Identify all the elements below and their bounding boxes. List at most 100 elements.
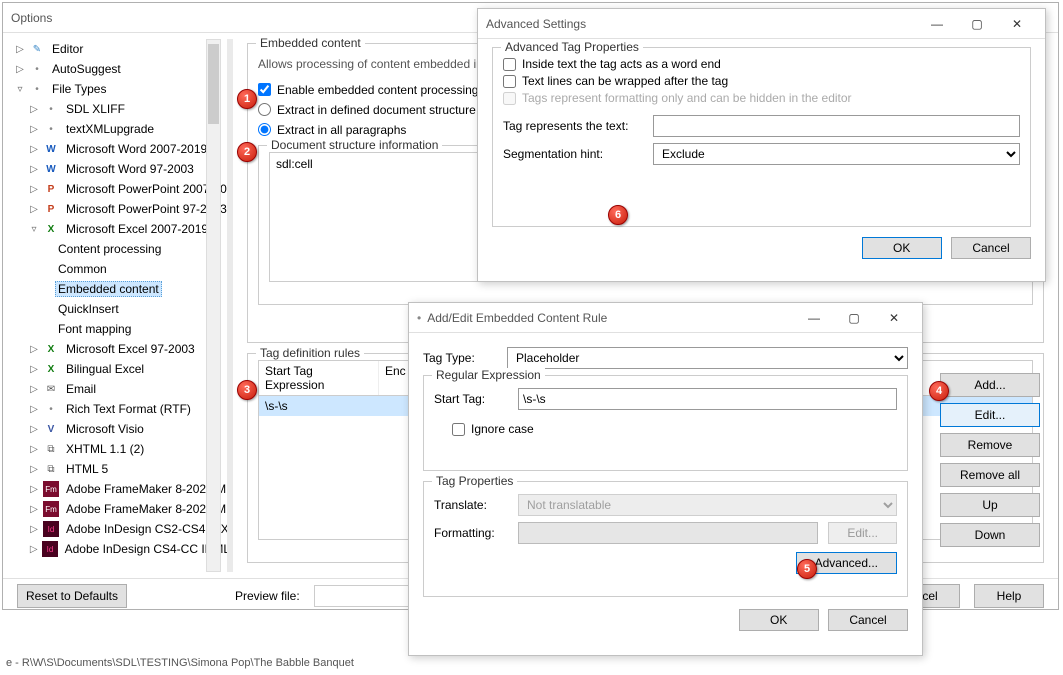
tagtype-label: Tag Type: xyxy=(423,351,497,365)
tree-item[interactable]: Microsoft Excel 2007-2019 xyxy=(63,221,211,237)
tree-item[interactable]: Microsoft PowerPoint 97-2003 xyxy=(63,201,230,217)
col-end[interactable]: Enc xyxy=(379,361,409,395)
tree-item[interactable]: Microsoft Visio xyxy=(63,421,147,437)
tree-autosuggest[interactable]: AutoSuggest xyxy=(49,61,124,77)
fm-icon: Fm xyxy=(43,481,59,497)
enable-embedded-checkbox[interactable] xyxy=(258,83,271,96)
tree-item[interactable]: Microsoft Word 2007-2019 xyxy=(63,141,210,157)
filetypes-icon xyxy=(29,81,45,97)
adv-legend: Advanced Tag Properties xyxy=(501,40,643,54)
ok-button[interactable]: OK xyxy=(739,609,819,631)
enable-embedded-label: Enable embedded content processing xyxy=(277,83,478,97)
embedded-legend: Embedded content xyxy=(256,36,365,50)
ppt-icon xyxy=(43,181,59,197)
remove-button[interactable]: Remove xyxy=(940,433,1040,457)
tree-sub[interactable]: Common xyxy=(55,261,110,277)
tree-item[interactable]: Bilingual Excel xyxy=(63,361,147,377)
html-icon xyxy=(43,461,59,477)
rtf-icon xyxy=(43,401,59,417)
formatting-label: Formatting: xyxy=(434,526,508,540)
xml-icon xyxy=(43,121,59,137)
rep-input[interactable] xyxy=(653,115,1020,137)
reset-button[interactable]: Reset to Defaults xyxy=(17,584,127,608)
translate-label: Translate: xyxy=(434,498,508,512)
tree-editor[interactable]: Editor xyxy=(49,41,86,57)
seg-label: Segmentation hint: xyxy=(503,147,643,161)
tree-item[interactable]: Microsoft PowerPoint 2007-20 xyxy=(63,181,230,197)
minimize-icon[interactable]: — xyxy=(917,10,957,38)
excel-icon xyxy=(43,221,59,237)
visio-icon xyxy=(43,421,59,437)
add-button[interactable]: Add... xyxy=(940,373,1040,397)
status-path: e - R\W\S\Documents\SDL\TESTING\Simona P… xyxy=(0,655,360,675)
extract-all-radio[interactable] xyxy=(258,123,271,136)
tree-item[interactable]: SDL XLIFF xyxy=(63,101,128,117)
tree-item[interactable]: Rich Text Format (RTF) xyxy=(63,401,194,417)
tree-item[interactable]: XHTML 1.1 (2) xyxy=(63,441,147,457)
starttag-input[interactable] xyxy=(518,388,897,410)
xhtml-icon xyxy=(43,441,59,457)
close-icon[interactable]: ✕ xyxy=(874,304,914,332)
ok-button[interactable]: OK xyxy=(862,237,942,259)
check-hidden xyxy=(503,92,516,105)
callout-2: 2 xyxy=(237,142,257,162)
maximize-icon[interactable]: ▢ xyxy=(834,304,874,332)
callout-3: 3 xyxy=(237,380,257,400)
maximize-icon[interactable]: ▢ xyxy=(957,10,997,38)
tree-item[interactable]: textXMLupgrade xyxy=(63,121,157,137)
tree-item[interactable]: Microsoft Word 97-2003 xyxy=(63,161,197,177)
tagtype-select[interactable]: Placeholder xyxy=(507,347,908,369)
tree-sub[interactable]: Content processing xyxy=(55,241,164,257)
remove-all-button[interactable]: Remove all xyxy=(940,463,1040,487)
tree-sub[interactable]: QuickInsert xyxy=(55,301,122,317)
down-button[interactable]: Down xyxy=(940,523,1040,547)
adv-titlebar: Advanced Settings — ▢ ✕ xyxy=(478,9,1045,39)
tree-sub[interactable]: Font mapping xyxy=(55,321,134,337)
options-tree[interactable]: ▷Editor ▷AutoSuggest ▿File Types ▷SDL XL… xyxy=(13,39,233,572)
callout-5: 5 xyxy=(797,559,817,579)
tree-filetypes[interactable]: File Types xyxy=(49,81,109,97)
help-button[interactable]: Help xyxy=(974,584,1044,608)
extract-all-label: Extract in all paragraphs xyxy=(277,123,406,137)
tree-item[interactable]: Microsoft Excel 97-2003 xyxy=(63,341,198,357)
check-wrap[interactable] xyxy=(503,75,516,88)
formatting-edit-button: Edit... xyxy=(828,522,897,544)
tree-scrollbar[interactable] xyxy=(206,39,221,572)
regex-legend: Regular Expression xyxy=(432,368,545,382)
col-start[interactable]: Start Tag Expression xyxy=(259,361,379,395)
email-icon xyxy=(43,381,59,397)
editor-icon xyxy=(29,41,45,57)
seg-select[interactable]: Exclude xyxy=(653,143,1020,165)
translate-select: Not translatable xyxy=(518,494,897,516)
word-icon xyxy=(43,161,59,177)
tree-item[interactable]: HTML 5 xyxy=(63,461,111,477)
tree-sub-embedded[interactable]: Embedded content xyxy=(55,281,162,297)
rule-title: Add/Edit Embedded Content Rule xyxy=(427,311,794,325)
ignore-case-label: Ignore case xyxy=(471,422,534,436)
tree-item[interactable]: Email xyxy=(63,381,99,397)
fm-icon: Fm xyxy=(43,501,59,517)
extract-defined-radio[interactable] xyxy=(258,103,271,116)
callout-6: 6 xyxy=(608,205,628,225)
cancel-button[interactable]: Cancel xyxy=(951,237,1031,259)
rules-legend: Tag definition rules xyxy=(256,346,364,360)
excel-icon xyxy=(43,341,59,357)
rep-label: Tag represents the text: xyxy=(503,119,643,133)
extract-defined-label: Extract in defined document structure xyxy=(277,103,476,117)
check-hidden-label: Tags represent formatting only and can b… xyxy=(522,91,852,105)
check-wrap-label: Text lines can be wrapped after the tag xyxy=(522,74,728,88)
up-button[interactable]: Up xyxy=(940,493,1040,517)
minimize-icon[interactable]: — xyxy=(794,304,834,332)
edit-button[interactable]: Edit... xyxy=(940,403,1040,427)
cancel-button[interactable]: Cancel xyxy=(828,609,908,631)
callout-4: 4 xyxy=(929,381,949,401)
close-icon[interactable]: ✕ xyxy=(997,10,1037,38)
callout-1: 1 xyxy=(237,89,257,109)
id-icon: Id xyxy=(42,541,57,557)
check-word-end[interactable] xyxy=(503,58,516,71)
ignore-case-checkbox[interactable] xyxy=(452,423,465,436)
check-word-end-label: Inside text the tag acts as a word end xyxy=(522,57,721,71)
preview-label: Preview file: xyxy=(235,589,300,603)
id-icon: Id xyxy=(43,521,59,537)
word-icon xyxy=(43,141,59,157)
